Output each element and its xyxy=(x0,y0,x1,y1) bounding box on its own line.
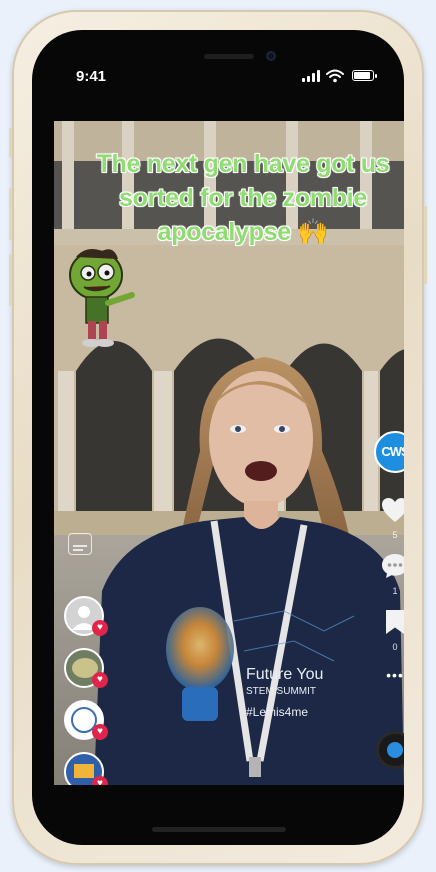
comment-count: 1 xyxy=(392,586,398,596)
like-count: 5 xyxy=(392,530,398,540)
home-indicator xyxy=(152,827,286,832)
heart-icon xyxy=(382,498,404,522)
video-caption: The next gen have got us sorted for the … xyxy=(62,147,404,249)
heart-badge-icon: ♥ xyxy=(92,620,108,636)
screen: 9:41 The next gen have got us sorted for… xyxy=(32,30,404,845)
shirt-text-line-1: Future You xyxy=(246,666,324,683)
volume-down-button xyxy=(9,254,12,306)
wifi-icon xyxy=(326,69,344,83)
shirt-text: Future You STEM SUMMIT #Lemis4me xyxy=(246,666,323,719)
shirt-text-line-2: STEM SUMMIT xyxy=(246,686,316,697)
more-button[interactable]: ••• xyxy=(372,667,404,683)
profile-label: CWS xyxy=(381,444,404,459)
heart-badge-icon: ♥ xyxy=(92,776,108,785)
caption-line-1: The next gen have got us xyxy=(96,150,390,178)
caption-line-3: apocalypse 🙌 xyxy=(62,215,404,249)
volume-up-button xyxy=(9,188,12,240)
raised-hands-emoji: 🙌 xyxy=(297,218,329,246)
front-camera xyxy=(266,51,276,61)
signal-icon xyxy=(302,70,322,82)
sound-disc-button[interactable] xyxy=(372,731,404,769)
more-icon: ••• xyxy=(386,667,404,683)
battery-icon xyxy=(352,70,377,81)
video-player[interactable]: The next gen have got us sorted for the … xyxy=(54,121,404,785)
like-button[interactable]: 5 xyxy=(372,497,404,540)
captions-icon[interactable] xyxy=(68,533,92,555)
comment-icon xyxy=(382,554,404,578)
profile-button[interactable]: CWS xyxy=(372,431,404,473)
caption-line-2: sorted for the zombie xyxy=(119,184,367,212)
shirt-text-line-3: #Lemis4me xyxy=(246,705,309,719)
bookmark-icon xyxy=(386,610,404,634)
profile-avatar: CWS xyxy=(374,431,404,473)
mute-switch xyxy=(9,128,12,158)
caption-line-3-text: apocalypse xyxy=(157,218,291,246)
sound-disc-icon xyxy=(376,731,404,769)
comment-button[interactable]: 1 xyxy=(372,553,404,596)
heart-badge-icon: ♥ xyxy=(92,672,108,688)
earpiece-speaker xyxy=(204,54,254,59)
bookmark-button[interactable]: 0 xyxy=(372,609,404,652)
status-time: 9:41 xyxy=(76,68,107,85)
bookmark-count: 0 xyxy=(392,642,398,652)
heart-badge-icon: ♥ xyxy=(92,724,108,740)
power-button xyxy=(424,206,427,284)
phone-frame: 9:41 The next gen have got us sorted for… xyxy=(9,10,427,865)
